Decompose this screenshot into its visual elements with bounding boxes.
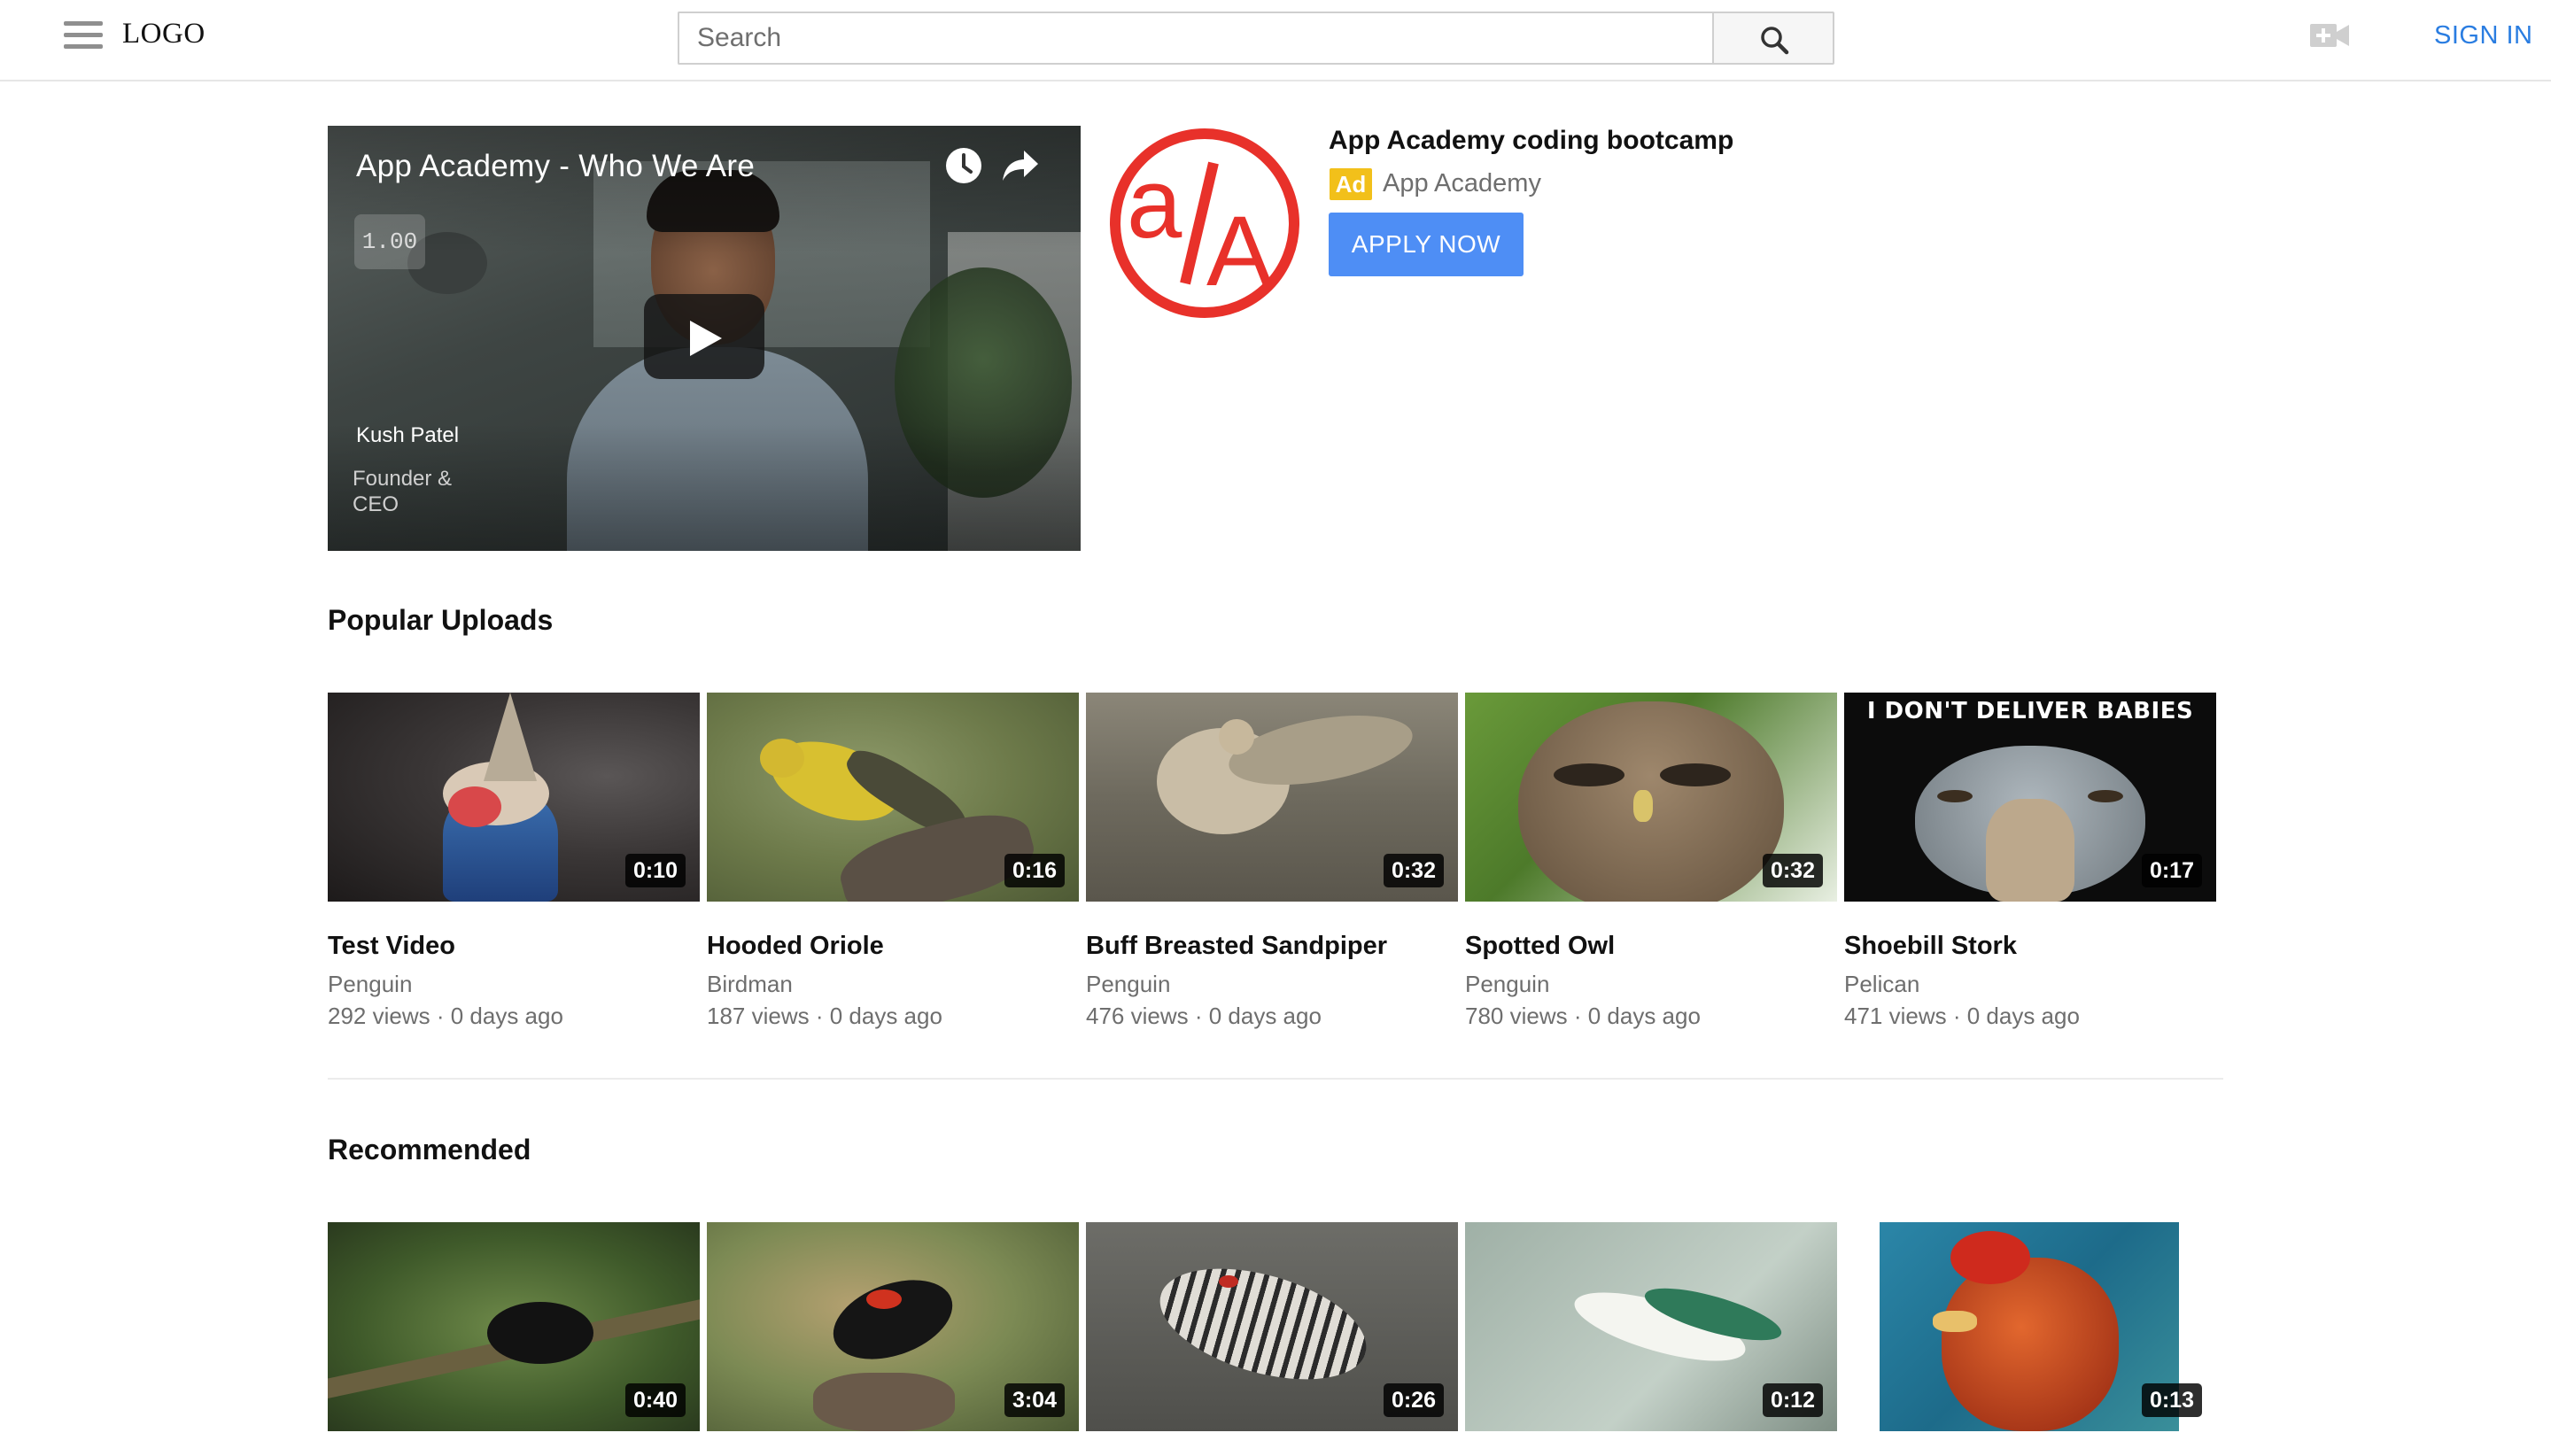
section-title-recommended: Recommended: [328, 1134, 531, 1166]
video-duration: 0:13: [2141, 1383, 2202, 1417]
lower-third-role: Founder & CEO: [353, 467, 453, 516]
video-duration: 0:40: [624, 1383, 686, 1417]
section-title-popular: Popular Uploads: [328, 604, 554, 636]
ad-advertiser[interactable]: App Academy: [1383, 169, 1541, 198]
video-duration: 0:12: [1762, 1383, 1823, 1417]
play-icon: [690, 321, 722, 356]
sign-in-link[interactable]: SIGN IN: [2434, 21, 2532, 50]
search-bar: [678, 12, 1834, 65]
video-duration: 0:32: [1762, 854, 1823, 887]
ad-title[interactable]: App Academy coding bootcamp: [1329, 126, 1733, 156]
video-thumbnail[interactable]: 0:16: [707, 693, 1079, 902]
search-button[interactable]: [1712, 12, 1834, 65]
video-duration: 0:16: [1004, 854, 1065, 887]
video-meta: 292 views · 0 days ago: [328, 1003, 563, 1029]
video-thumbnail[interactable]: 0:12: [1465, 1222, 1837, 1431]
ad-badge: Ad: [1330, 168, 1372, 200]
video-thumbnail[interactable]: 3:04: [707, 1222, 1079, 1431]
video-thumbnail[interactable]: 0:13: [1844, 1222, 2216, 1431]
video-card[interactable]: 3:04: [707, 1222, 1079, 1431]
video-title[interactable]: Test Video: [328, 932, 455, 961]
video-card[interactable]: 0:13: [1844, 1222, 2216, 1431]
video-duration: 0:26: [1383, 1383, 1444, 1417]
search-icon: [1761, 27, 1789, 55]
video-title[interactable]: Spotted Owl: [1465, 932, 1615, 961]
svg-text:A: A: [1206, 196, 1273, 306]
upload-video-icon[interactable]: [2310, 22, 2349, 49]
video-title[interactable]: Buff Breasted Sandpiper: [1086, 932, 1387, 961]
video-thumbnail[interactable]: 0:32: [1465, 693, 1837, 902]
video-title[interactable]: Hooded Oriole: [707, 932, 884, 961]
video-thumbnail[interactable]: I DON'T DELIVER BABIES 0:17: [1844, 693, 2216, 902]
svg-text:a: a: [1127, 148, 1182, 259]
lower-third-name: Kush Patel: [356, 423, 460, 447]
video-channel[interactable]: Pelican: [1844, 971, 1919, 998]
video-card[interactable]: I DON'T DELIVER BABIES 0:17 Shoebill Sto…: [1844, 693, 2216, 1029]
search-input[interactable]: [678, 12, 1712, 65]
video-card[interactable]: 0:12: [1465, 1222, 1837, 1431]
playback-speed-badge: 1.00: [354, 214, 425, 269]
video-meta: 187 views · 0 days ago: [707, 1003, 942, 1029]
video-duration: 3:04: [1004, 1383, 1065, 1417]
menu-icon[interactable]: [64, 21, 103, 51]
video-meta: 471 views · 0 days ago: [1844, 1003, 2080, 1029]
play-button[interactable]: [644, 294, 764, 379]
video-card[interactable]: 0:40: [328, 1222, 700, 1431]
video-duration: 0:17: [2141, 854, 2202, 887]
video-meta: 476 views · 0 days ago: [1086, 1003, 1322, 1029]
featured-video-player[interactable]: App Academy - Who We Are 1.00 Kush Patel…: [328, 126, 1081, 551]
logo[interactable]: LOGO: [122, 18, 205, 50]
video-card[interactable]: 0:26: [1086, 1222, 1458, 1431]
video-meta: 780 views · 0 days ago: [1465, 1003, 1701, 1029]
video-title[interactable]: Shoebill Stork: [1844, 932, 2017, 961]
video-thumbnail[interactable]: 0:32: [1086, 693, 1458, 902]
watch-later-icon[interactable]: [943, 145, 984, 186]
thumbnail-caption: I DON'T DELIVER BABIES: [1866, 698, 2194, 724]
video-channel[interactable]: Birdman: [707, 971, 793, 998]
video-duration: 0:10: [624, 854, 686, 887]
video-duration: 0:32: [1383, 854, 1444, 887]
video-card[interactable]: 0:16 Hooded Oriole Birdman 187 views · 0…: [707, 693, 1079, 1029]
video-card[interactable]: 0:32 Buff Breasted Sandpiper Penguin 476…: [1086, 693, 1458, 1029]
apply-now-button[interactable]: APPLY NOW: [1329, 213, 1524, 276]
video-thumbnail[interactable]: 0:40: [328, 1222, 700, 1431]
video-channel[interactable]: Penguin: [1465, 971, 1549, 998]
video-channel[interactable]: Penguin: [1086, 971, 1170, 998]
video-thumbnail[interactable]: 0:10: [328, 693, 700, 902]
featured-video-title[interactable]: App Academy - Who We Are: [356, 149, 755, 184]
video-card[interactable]: 0:10 Test Video Penguin 292 views · 0 da…: [328, 693, 700, 1029]
share-icon[interactable]: [1001, 149, 1040, 182]
top-bar: LOGO SIGN IN: [0, 0, 2551, 81]
section-divider: [328, 1078, 2223, 1080]
video-thumbnail[interactable]: 0:26: [1086, 1222, 1458, 1431]
video-card[interactable]: 0:32 Spotted Owl Penguin 780 views · 0 d…: [1465, 693, 1837, 1029]
app-academy-logo[interactable]: a A: [1107, 126, 1302, 321]
video-channel[interactable]: Penguin: [328, 971, 412, 998]
